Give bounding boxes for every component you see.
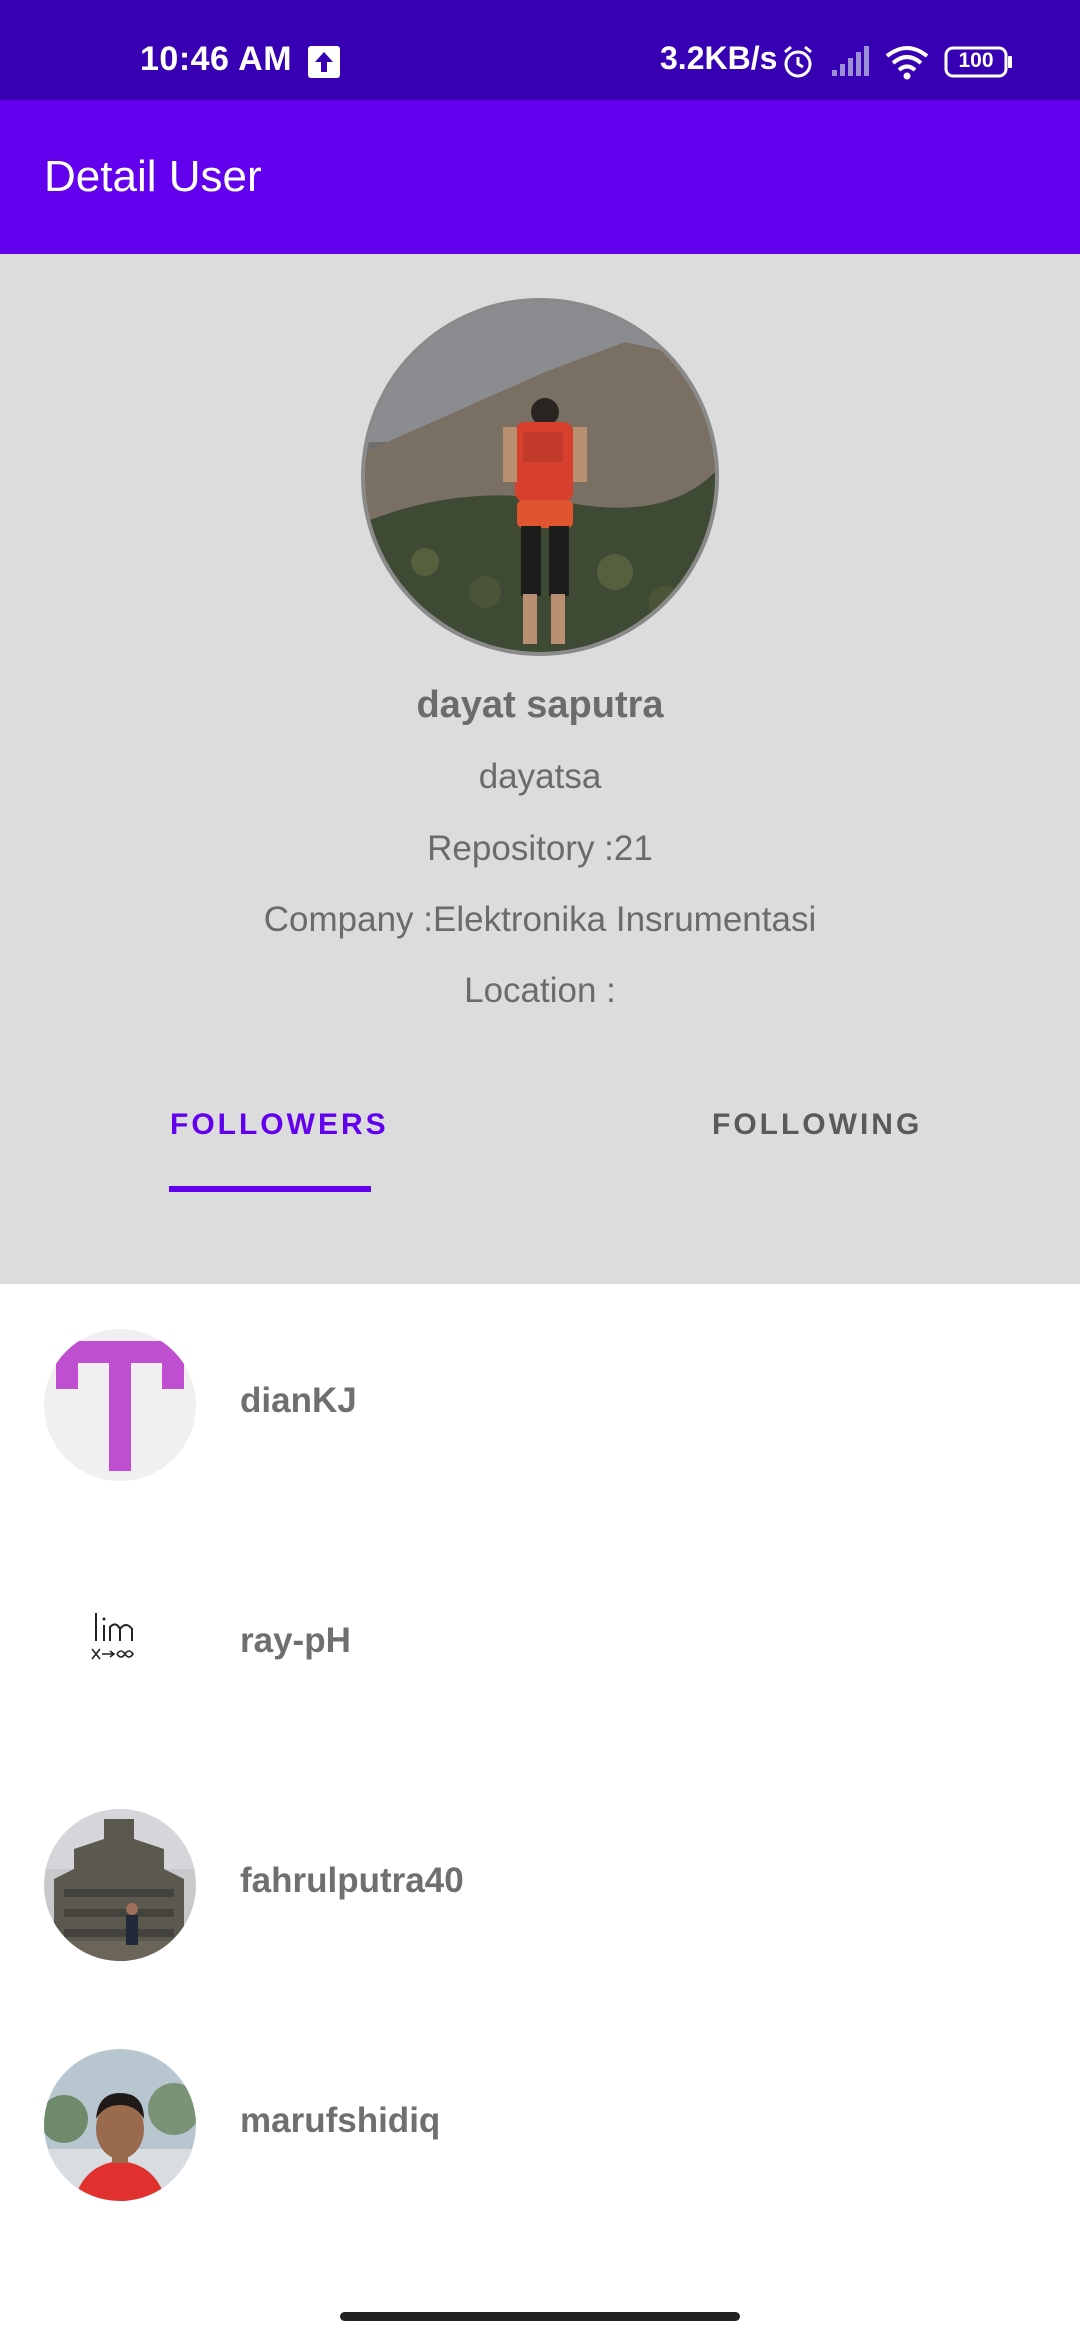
avatar xyxy=(44,2049,196,2201)
follower-username: marufshidiq xyxy=(240,2101,441,2140)
profile-location: Location : xyxy=(464,971,616,1010)
profile-username: dayatsa xyxy=(478,757,602,796)
avatar xyxy=(44,1569,196,1721)
tab-followers[interactable]: FOLLOWERS xyxy=(170,1108,389,1142)
profile-company: Company :Elektronika Insrumentasi xyxy=(263,900,817,939)
follower-username: ray-pH xyxy=(240,1621,351,1660)
home-indicator[interactable] xyxy=(340,2312,740,2321)
list-item[interactable]: ray-pH xyxy=(0,1569,1080,1809)
upload-icon xyxy=(308,46,340,78)
network-speed: 3.2KB/s xyxy=(660,40,778,76)
alarm-icon xyxy=(780,44,816,80)
list-item[interactable]: dianKJ xyxy=(0,1329,1080,1569)
wifi-icon xyxy=(884,44,930,80)
follower-username: dianKJ xyxy=(240,1381,357,1420)
signal-icon xyxy=(830,46,870,78)
status-bar: 10:46 AM 3.2KB/s 100 xyxy=(0,0,1080,100)
profile-header: dayat saputra dayatsa Repository :21 Com… xyxy=(0,254,1080,1284)
follower-username: fahrulputra40 xyxy=(240,1861,464,1900)
tab-selected-indicator xyxy=(169,1186,371,1192)
page-title: Detail User xyxy=(44,152,262,201)
list-item[interactable]: fahrulputra40 xyxy=(0,1809,1080,2049)
battery-level: 100 xyxy=(958,49,994,72)
profile-name: dayat saputra xyxy=(416,684,664,726)
status-time: 10:46 AM xyxy=(140,40,293,78)
profile-avatar xyxy=(361,298,719,656)
avatar xyxy=(44,1329,196,1481)
avatar xyxy=(44,1809,196,1961)
app-bar: Detail User xyxy=(0,100,1080,254)
profile-repository-count: Repository :21 xyxy=(427,829,653,868)
tab-following[interactable]: FOLLOWING xyxy=(712,1108,922,1142)
list-item[interactable]: marufshidiq xyxy=(0,2049,1080,2289)
